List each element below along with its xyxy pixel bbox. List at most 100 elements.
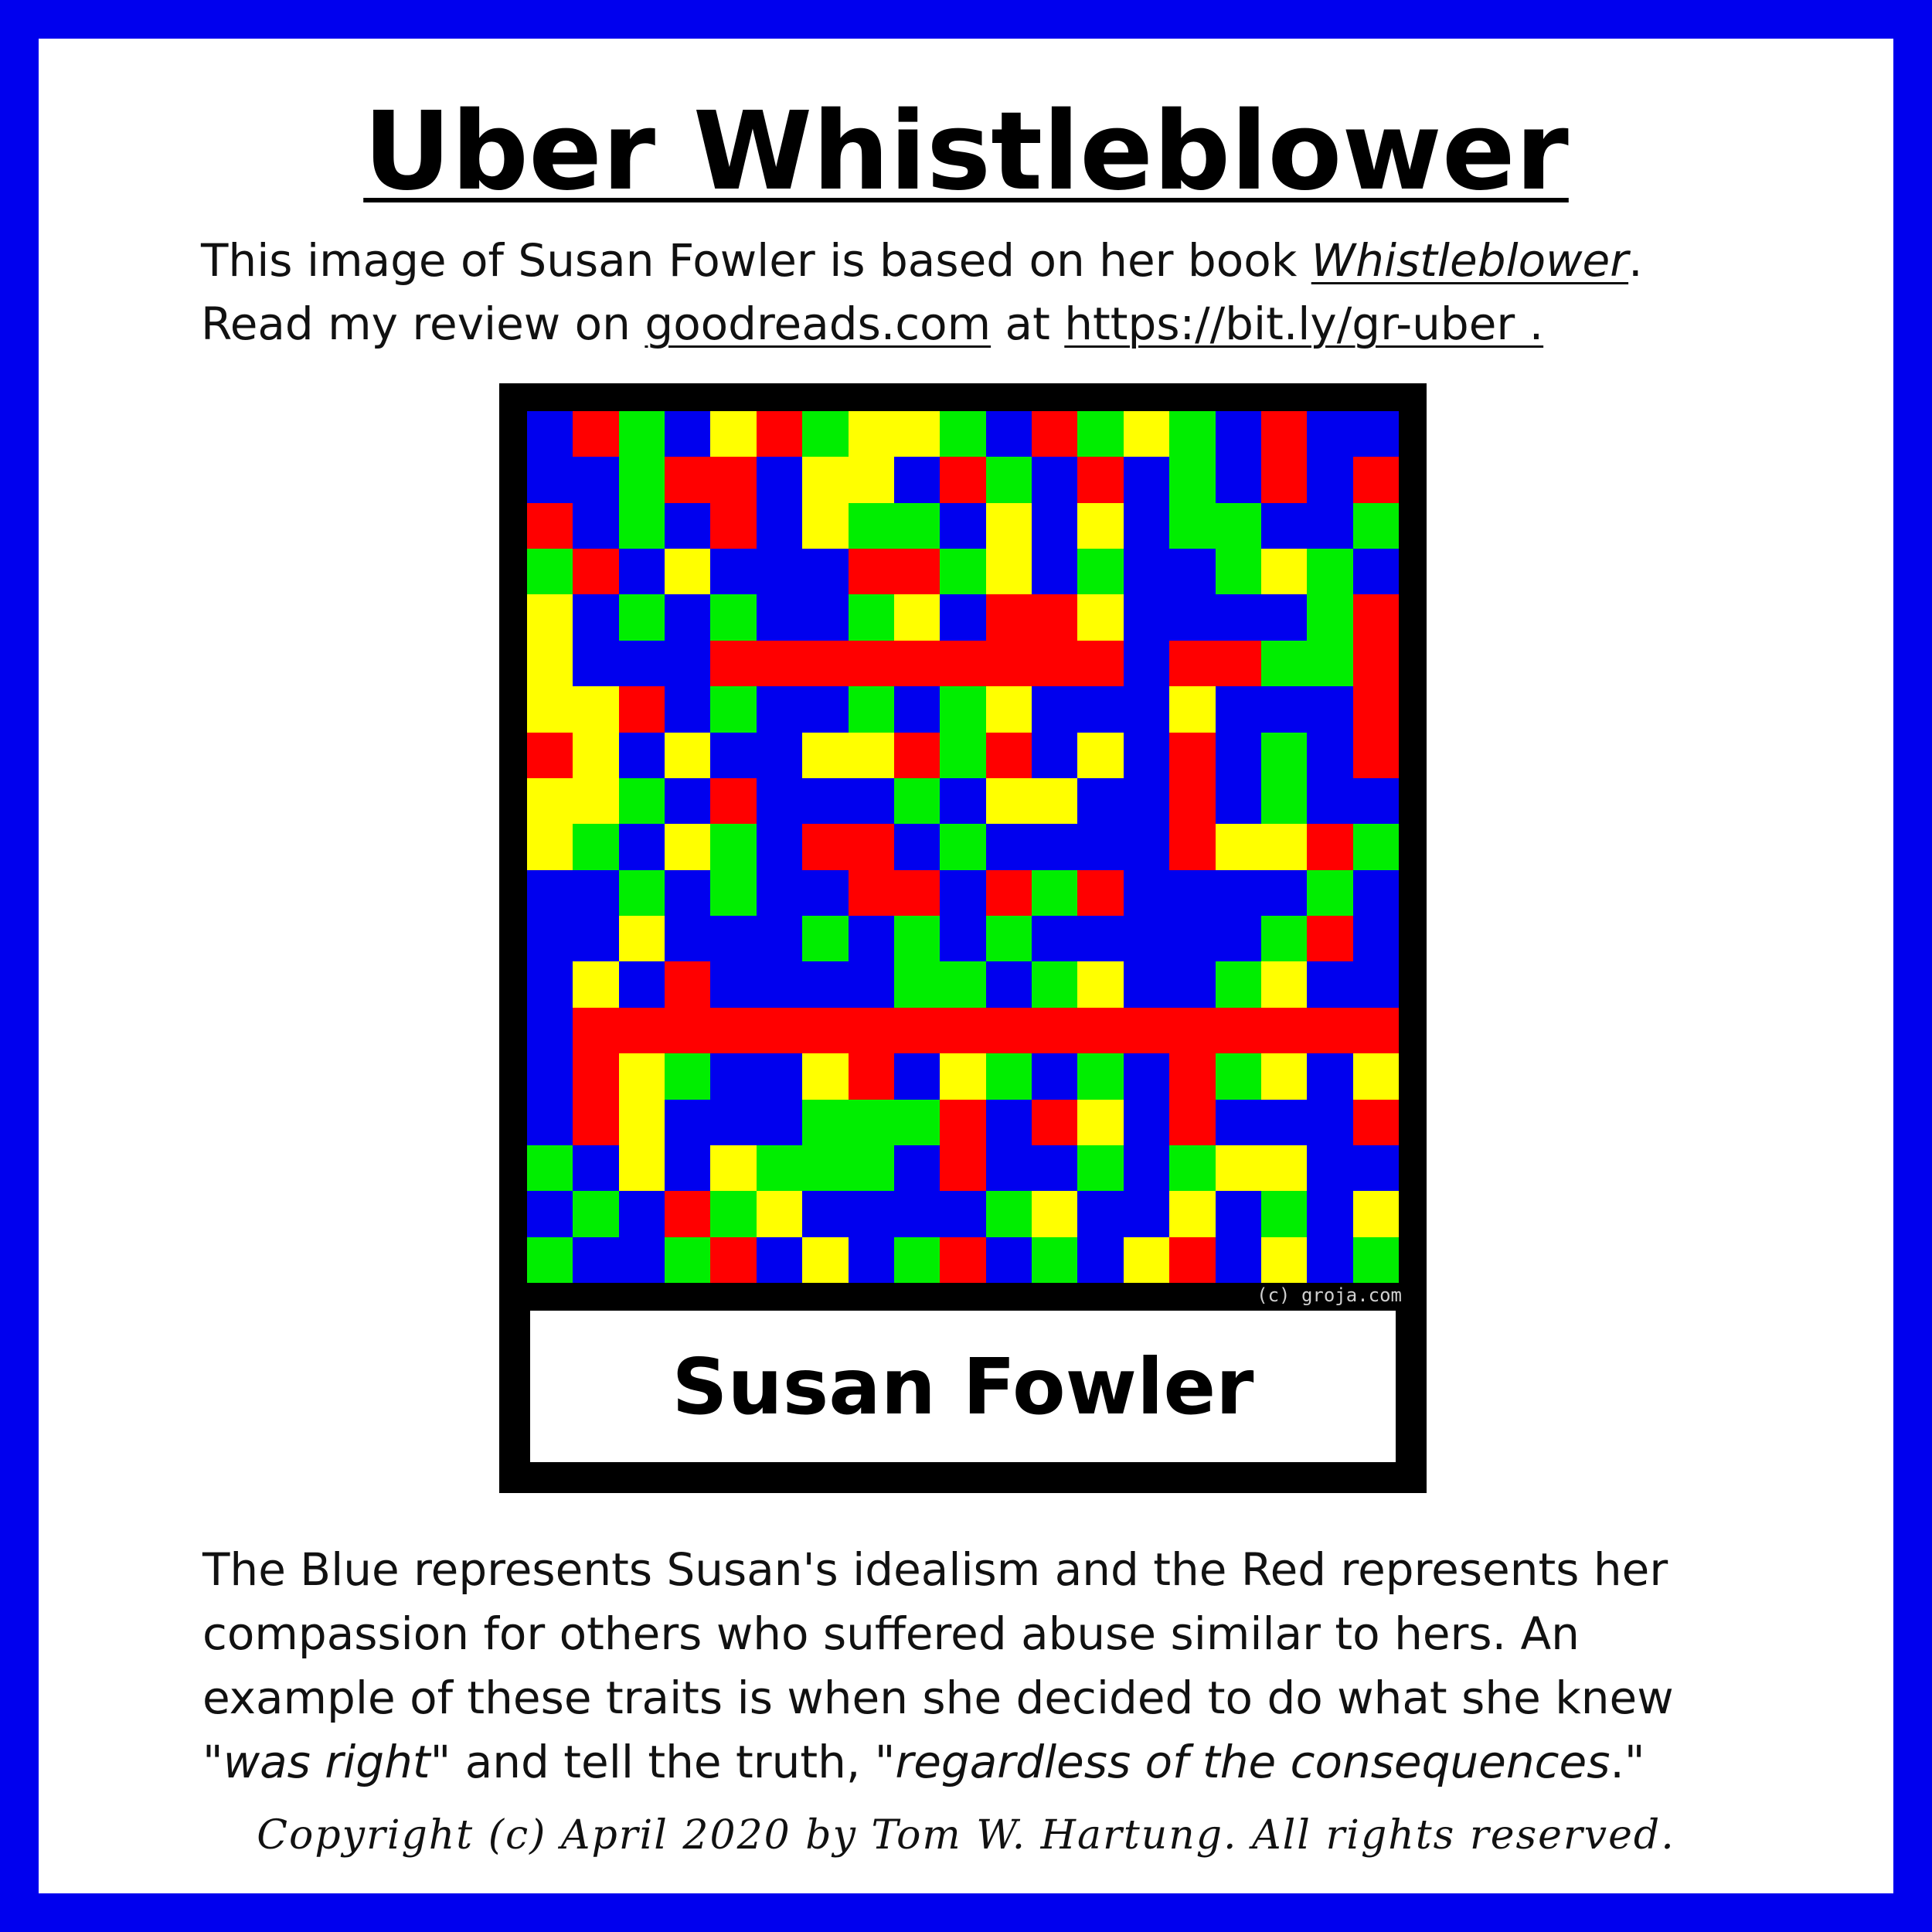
mosaic-cell (1352, 1099, 1399, 1145)
mosaic-cell (1215, 1145, 1261, 1192)
mosaic-cell (1123, 1191, 1170, 1237)
mosaic-cell (573, 549, 619, 595)
mosaic-cell (665, 1236, 711, 1283)
mosaic-cell (1077, 1099, 1124, 1145)
mosaic-cell (1032, 1191, 1078, 1237)
mosaic-cell (893, 1191, 940, 1237)
mosaic-cell (1169, 1053, 1216, 1100)
mosaic-cell (527, 1145, 573, 1192)
mosaic-cell (618, 777, 665, 825)
mosaic-cell (1032, 594, 1078, 641)
mosaic-cell (1215, 1007, 1261, 1054)
goodreads-link[interactable]: goodreads.com (645, 298, 991, 350)
mosaic-cell (1032, 549, 1078, 595)
mosaic-cell (1077, 549, 1124, 595)
mosaic-cell (1077, 457, 1124, 503)
image-credit: (c) groja.com (1257, 1284, 1402, 1306)
mosaic-cell (618, 549, 665, 595)
mosaic-cell (802, 457, 849, 503)
mosaic-cell (1215, 824, 1261, 870)
mosaic-cell (527, 1099, 573, 1145)
mosaic-cell (710, 777, 757, 825)
mosaic-cell (1077, 1053, 1124, 1100)
mosaic-cell (1352, 1007, 1399, 1054)
mosaic-cell (848, 824, 894, 870)
mosaic-cell (665, 502, 711, 549)
mosaic-cell (756, 916, 803, 962)
mosaic-cell (985, 686, 1032, 733)
mosaic-cell (802, 594, 849, 641)
mosaic-cell (1307, 640, 1353, 687)
mosaic-cell (527, 1007, 573, 1054)
mosaic-cell (848, 594, 894, 641)
mosaic-cell (985, 502, 1032, 549)
mosaic-cell (985, 1191, 1032, 1237)
mosaic-cell (1352, 549, 1399, 595)
poster: Uber Whistleblower This image of Susan F… (0, 0, 1932, 1932)
mosaic-cell (756, 1007, 803, 1054)
mosaic-cell (802, 1236, 849, 1283)
review-short-link[interactable]: https://bit.ly/gr-uber . (1064, 298, 1543, 350)
mosaic-cell (573, 869, 619, 917)
mosaic-cell (985, 824, 1032, 870)
mosaic-cell (1260, 502, 1308, 549)
mosaic-cell (1032, 869, 1078, 917)
mosaic-cell (665, 411, 711, 457)
mosaic-cell (1215, 1236, 1261, 1283)
mosaic-cell (527, 777, 573, 825)
mosaic-cell (756, 1236, 803, 1283)
mosaic-cell (527, 1236, 573, 1283)
mosaic-cell (848, 640, 894, 687)
mosaic-cell (1260, 1007, 1308, 1054)
mosaic-cell (985, 1236, 1032, 1283)
mosaic-cell (665, 961, 711, 1008)
mosaic-cell (710, 961, 757, 1008)
mosaic-cell (1169, 594, 1216, 641)
mosaic-cell (573, 594, 619, 641)
mosaic-cell (985, 961, 1032, 1008)
mosaic-cell (1307, 549, 1353, 595)
mosaic-cell (1260, 640, 1308, 687)
mosaic-cell (1169, 916, 1216, 962)
mosaic-cell (1077, 1191, 1124, 1237)
mosaic-cell (665, 777, 711, 825)
mosaic-cell (1307, 916, 1353, 962)
mosaic-cell (618, 1007, 665, 1054)
copyright-notice: Copyright (c) April 2020 by Tom W. Hartu… (257, 1812, 1675, 1859)
mosaic-cell (848, 777, 894, 825)
mosaic-cell (1215, 640, 1261, 687)
mosaic-cell (848, 1191, 894, 1237)
mosaic-cell (848, 732, 894, 778)
mosaic-cell (1032, 732, 1078, 778)
mosaic-cell (1352, 824, 1399, 870)
mosaic-cell (985, 1145, 1032, 1192)
mosaic-cell (1307, 1099, 1353, 1145)
mosaic-cell (618, 732, 665, 778)
mosaic-cell (573, 916, 619, 962)
mosaic-cell (573, 777, 619, 825)
mosaic-cell (665, 1053, 711, 1100)
mosaic-cell (848, 411, 894, 457)
mosaic-cell (756, 594, 803, 641)
mosaic-cell (1260, 1145, 1308, 1192)
mosaic-cell (1123, 777, 1170, 825)
mosaic-cell (756, 502, 803, 549)
mosaic-cell (1260, 1236, 1308, 1283)
mosaic-cell (940, 411, 986, 457)
mosaic-cell (1352, 640, 1399, 687)
mosaic-cell (985, 411, 1032, 457)
mosaic-cell (985, 1007, 1032, 1054)
mosaic-cell (1352, 1191, 1399, 1237)
book-title: Whistleblower (1311, 234, 1629, 287)
mosaic-cell (756, 686, 803, 733)
mosaic-cell (1215, 1191, 1261, 1237)
mosaic-cell (1215, 869, 1261, 917)
mosaic-cell (756, 1145, 803, 1192)
mosaic-cell (848, 1099, 894, 1145)
mosaic-cell (985, 869, 1032, 917)
mosaic-cell (940, 961, 986, 1008)
mosaic-cell (710, 869, 757, 917)
mosaic-cell (1123, 961, 1170, 1008)
mosaic-cell (573, 1236, 619, 1283)
mosaic-cell (1215, 594, 1261, 641)
